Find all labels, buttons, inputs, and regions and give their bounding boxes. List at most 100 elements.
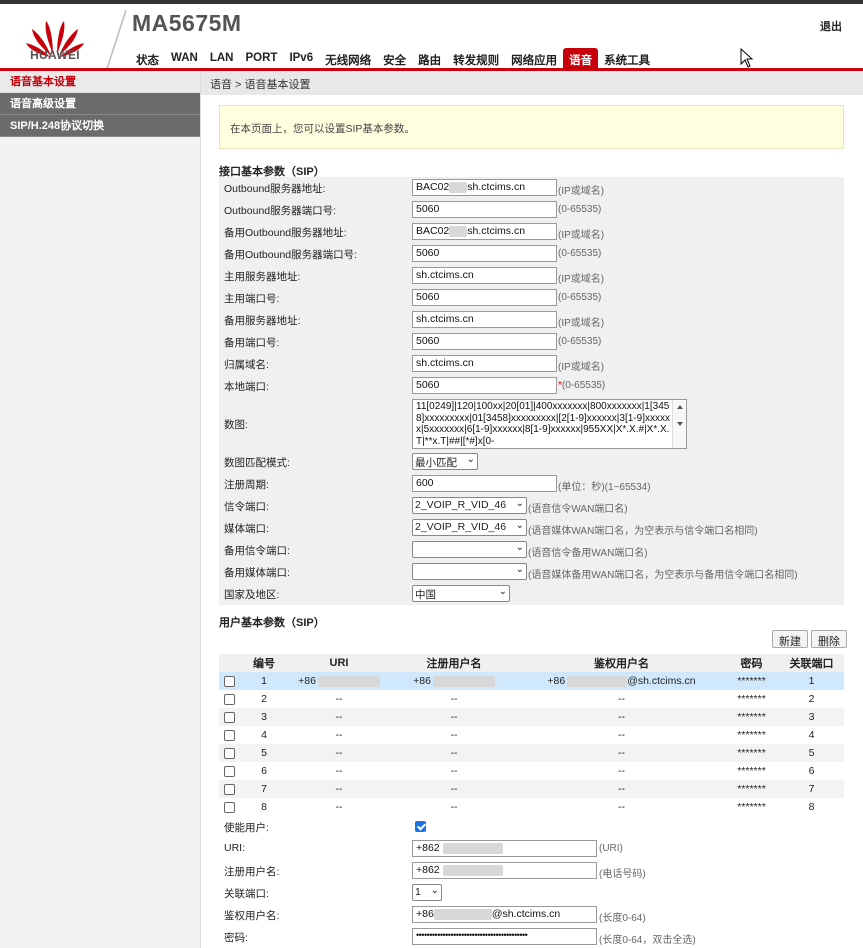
row-checkbox[interactable] [223,801,235,813]
cell-uri-value: -- [335,747,343,759]
sip-field-hint: (IP或域名) [558,318,605,329]
reg-period-hint: (单位：秒)(1~65534) [558,482,651,493]
signal-port-select[interactable]: 2_VOIP_R_VID_46 ⌄ [412,497,527,514]
backup-media-port-select[interactable]: ⌄ [412,563,527,580]
sip-field-row: Outbound服务器端口号: 5060 (0-65535) [219,199,844,221]
cell-uri-value: -- [335,711,343,723]
country-row: 国家及地区: 中国 ⌄ [219,583,844,605]
sip-field-input[interactable]: 5060 [412,377,557,394]
reg-user-value: +862 [416,864,440,876]
table-row[interactable]: 1 +86 +86 +86 @sh.ctcims.cn ******* 1 [219,672,844,690]
row-checkbox[interactable] [223,675,235,687]
row-checkbox[interactable] [223,693,235,705]
auth-user-input[interactable]: +86 @sh.ctcims.cn [412,906,597,923]
row-checkbox[interactable] [223,729,235,741]
reg-user-input[interactable]: +862 [412,862,597,879]
sip-field-value: 5060 [416,379,440,391]
table-row[interactable]: 5 -- -- -- ******* 5 [219,744,844,762]
uri-input[interactable]: +862 [412,840,597,857]
backup-signal-port-label: 备用信令端口: [224,545,290,557]
cell-uri: -- [289,726,389,744]
table-row[interactable]: 3 -- -- -- ******* 3 [219,708,844,726]
reg-period-label: 注册周期: [224,479,269,491]
row-checkbox[interactable] [223,783,235,795]
sip-field-input[interactable]: sh.ctcims.cn [412,311,557,328]
cell-port: 6 [779,762,844,780]
cell-uri-value: +86 [298,675,316,687]
row-select-cell [219,780,239,798]
sip-field-input[interactable]: sh.ctcims.cn [412,355,557,372]
table-row[interactable]: 7 -- -- -- ******* 7 [219,780,844,798]
enable-user-label: 使能用户: [224,822,269,834]
sip-field-value: sh.ctcims.cn [416,269,474,281]
sip-field-input[interactable]: sh.ctcims.cn [412,267,557,284]
sip-field-input[interactable]: BAC02 sh.ctcims.cn [412,223,557,240]
auth-user-suffix: @sh.ctcims.cn [491,908,561,920]
backup-signal-port-row: 备用信令端口: ⌄ (语音信令备用WAN端口名) [219,539,844,561]
table-row[interactable]: 2 -- -- -- ******* 2 [219,690,844,708]
cell-auth-value: -- [618,765,625,777]
sip-field-row: 备用Outbound服务器端口号: 5060 (0-65535) [219,243,844,265]
sip-field-input[interactable]: 5060 [412,245,557,262]
user-table-header: 编号 URI 注册用户名 鉴权用户名 密码 关联端口 [219,654,844,672]
digitmap-textarea[interactable]: 11[0249]|120|100xx|20[01]|400xxxxxxx|800… [412,399,687,449]
row-checkbox[interactable] [223,765,235,777]
column-header-auth-user: 鉴权用户名 [519,654,724,672]
enable-user-checkbox[interactable] [415,820,426,832]
cell-uri-value: -- [335,765,343,777]
country-select[interactable]: 中国 ⌄ [412,585,510,602]
sip-field-input[interactable]: 5060 [412,201,557,218]
cell-port: 7 [779,780,844,798]
sidebar-item-voice-basic[interactable]: 语音基本设置 [0,71,200,93]
backup-signal-port-select[interactable]: ⌄ [412,541,527,558]
sip-field-hint: (0-65535) [558,292,602,303]
media-port-select[interactable]: 2_VOIP_R_VID_46 ⌄ [412,519,527,536]
table-row[interactable]: 8 -- -- -- ******* 8 [219,798,844,816]
sip-field-row: 主用端口号: 5060 (0-65535) [219,287,844,309]
sip-field-input[interactable]: 5060 [412,333,557,350]
table-row[interactable]: 6 -- -- -- ******* 6 [219,762,844,780]
uri-row: URI: +862 (URI) [219,838,844,860]
linked-port-select[interactable]: 1 ⌄ [412,884,442,901]
sip-field-label: 备用Outbound服务器地址: [224,227,347,239]
password-row: 密码: ••••••••••••••••••••••••••••••••••••… [219,926,844,948]
sip-field-value: 5060 [416,291,440,303]
row-select-cell [219,744,239,762]
uri-value: +862 [416,842,440,854]
brand-text: HUAWEI [30,48,80,62]
reg-period-input[interactable]: 600 [412,475,557,492]
new-user-button[interactable]: 新建 [772,630,808,648]
cell-id: 3 [239,708,289,726]
sip-field-label: Outbound服务器端口号: [224,205,337,217]
sip-field-row: 备用Outbound服务器地址: BAC02 sh.ctcims.cn (IP或域名) [219,221,844,243]
sip-field-row: 备用端口号: 5060 (0-65535) [219,331,844,353]
row-checkbox[interactable] [223,711,235,723]
chevron-down-icon: ⌄ [515,542,524,553]
backup-signal-port-hint: (语音信令备用WAN端口名) [528,548,648,559]
auth-user-value: +86 [416,908,434,920]
cell-port: 4 [779,726,844,744]
logout-link[interactable]: 退出 [820,18,842,34]
row-select-cell [219,762,239,780]
model-title: MA5675M [132,10,242,36]
sidebar-item-voice-advanced[interactable]: 语音高级设置 [0,93,200,115]
sip-field-input[interactable]: BAC02 sh.ctcims.cn [412,179,557,196]
cell-reg: -- [389,798,519,816]
password-input[interactable]: ••••••••••••••••••••••••••••••••••••••••… [412,928,597,945]
sip-field-input[interactable]: 5060 [412,289,557,306]
cell-uri-value: -- [335,729,343,741]
sip-field-label: 归属域名: [224,359,269,371]
row-checkbox[interactable] [223,747,235,759]
cell-reg-value: -- [450,783,458,795]
digitmap-scrollbar[interactable] [672,400,686,448]
redacted-block [442,842,503,854]
sidebar-item-protocol-switch[interactable]: SIP/H.248协议切换 [0,115,200,137]
table-row[interactable]: 4 -- -- -- ******* 4 [219,726,844,744]
delete-user-button[interactable]: 删除 [811,630,847,648]
match-mode-label: 数图匹配模式: [224,457,290,469]
match-mode-select[interactable]: 最小匹配 ⌄ [412,453,478,470]
redacted-block [567,675,628,687]
linked-port-row: 关联端口: 1 ⌄ [219,882,844,904]
media-port-hint: (语音媒体WAN端口名，为空表示与信令端口名相同) [528,526,758,537]
cell-password: ******* [724,762,779,780]
